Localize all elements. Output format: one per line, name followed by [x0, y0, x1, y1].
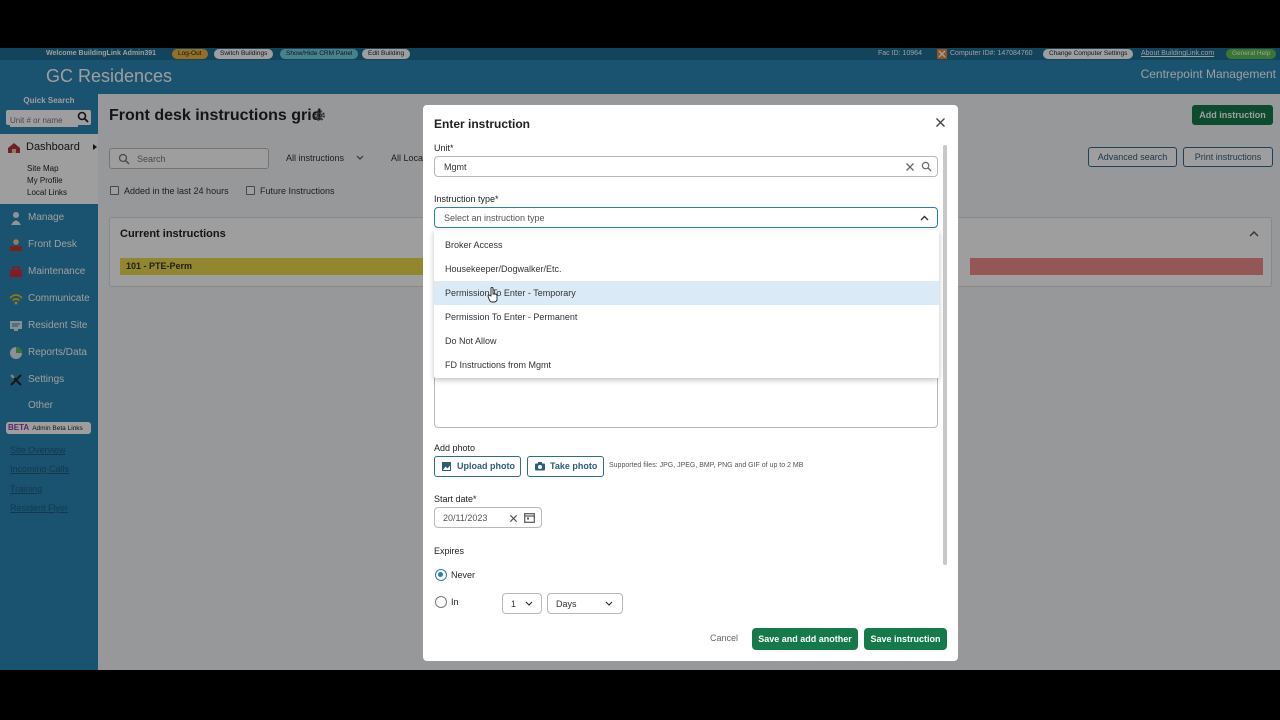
- enter-instruction-modal: Enter instruction Unit* Mgmt Instruction…: [423, 105, 958, 661]
- clear-icon[interactable]: [905, 162, 915, 172]
- option-fd-instructions[interactable]: FD Instructions from Mgmt: [434, 353, 939, 377]
- chevron-up-icon: [920, 215, 929, 221]
- radio-never-label: Never: [451, 570, 476, 580]
- unit-label: Unit*: [434, 143, 454, 153]
- radio-never[interactable]: [435, 569, 447, 581]
- cancel-button[interactable]: Cancel: [710, 633, 738, 643]
- start-date-label: Start date*: [434, 494, 477, 504]
- unit-value: Mgmt: [444, 162, 467, 172]
- upload-photo-label: Upload photo: [457, 461, 515, 471]
- expires-label: Expires: [434, 546, 465, 556]
- calendar-icon[interactable]: [524, 512, 535, 523]
- supported-files-text: Supported files: JPG, JPEG, BMP, PNG and…: [609, 462, 804, 469]
- image-icon: [442, 462, 451, 471]
- instruction-type-dropdown: Broker Access Housekeeper/Dogwalker/Etc.…: [434, 230, 939, 378]
- upload-photo-button[interactable]: Upload photo: [434, 456, 521, 477]
- radio-in-label: In: [451, 597, 459, 607]
- chevron-down-icon: [605, 601, 613, 606]
- option-pte-permanent[interactable]: Permission To Enter - Permanent: [434, 305, 939, 329]
- expire-unit-value: Days: [556, 599, 577, 609]
- save-and-add-another-button[interactable]: Save and add another: [752, 628, 858, 650]
- close-icon[interactable]: [935, 117, 946, 128]
- expire-count-select[interactable]: 1: [502, 593, 542, 614]
- unit-field[interactable]: Mgmt: [434, 156, 938, 177]
- clear-icon[interactable]: [509, 514, 518, 523]
- expire-unit-select[interactable]: Days: [547, 593, 623, 614]
- add-photo-label: Add photo: [434, 443, 476, 453]
- expire-count-value: 1: [511, 599, 517, 609]
- instruction-type-select[interactable]: Select an instruction type: [434, 207, 938, 228]
- instruction-type-placeholder: Select an instruction type: [444, 213, 545, 223]
- chevron-down-icon: [525, 601, 533, 606]
- option-housekeeper[interactable]: Housekeeper/Dogwalker/Etc.: [434, 257, 939, 281]
- option-do-not-allow[interactable]: Do Not Allow: [434, 329, 939, 353]
- camera-icon: [535, 462, 545, 471]
- instruction-type-label: Instruction type*: [434, 194, 499, 204]
- take-photo-label: Take photo: [550, 461, 598, 471]
- start-date-value: 20/11/2023: [443, 513, 488, 523]
- hand-cursor-icon: [487, 287, 498, 303]
- app-frame: Welcome BuildingLink Admin391 Log-Out Sw…: [0, 48, 1280, 670]
- radio-in[interactable]: [435, 596, 447, 608]
- search-icon[interactable]: [921, 161, 932, 172]
- option-broker-access[interactable]: Broker Access: [434, 233, 939, 257]
- option-pte-temporary[interactable]: Permission To Enter - Temporary: [434, 281, 939, 305]
- modal-scrollbar[interactable]: [943, 145, 947, 565]
- save-instruction-button[interactable]: Save instruction: [864, 628, 947, 650]
- modal-title: Enter instruction: [434, 117, 531, 131]
- take-photo-button[interactable]: Take photo: [527, 456, 604, 477]
- start-date-input[interactable]: 20/11/2023: [434, 507, 542, 528]
